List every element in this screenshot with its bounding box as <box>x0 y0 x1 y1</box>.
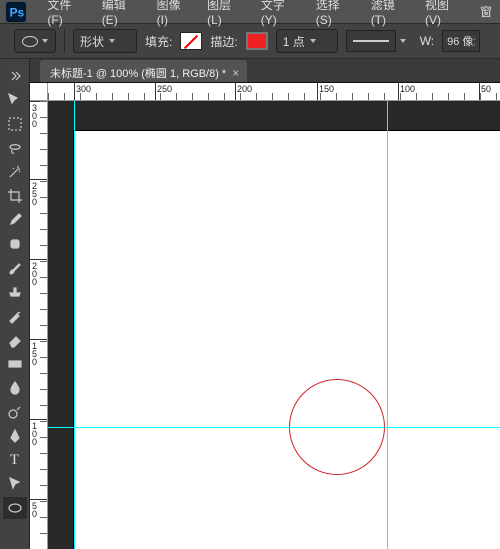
chevron-down-icon <box>400 39 406 43</box>
shape-mode-label: 形状 <box>80 33 104 50</box>
path-select-tool[interactable] <box>3 473 27 495</box>
menu-filter[interactable]: 滤镜(T) <box>363 0 417 29</box>
app-menubar: Ps 文件(F) 编辑(E) 图像(I) 图层(L) 文字(Y) 选择(S) 滤… <box>0 0 500 23</box>
menu-type[interactable]: 文字(Y) <box>253 0 308 29</box>
guide-vertical-ext <box>74 101 75 549</box>
ellipse-tool[interactable] <box>3 497 27 519</box>
brush-tool[interactable] <box>3 257 27 279</box>
ruler-tick-label: 0 <box>32 509 37 519</box>
chevron-down-icon <box>310 39 316 43</box>
stroke-style-dropdown[interactable] <box>346 30 396 52</box>
ruler-tick-label: 0 <box>32 357 37 367</box>
stroke-label: 描边: <box>210 33 237 50</box>
marquee-tool[interactable] <box>3 113 27 135</box>
ruler-horizontal[interactable]: 30025020015010050 <box>48 83 500 101</box>
menu-image[interactable]: 图像(I) <box>149 0 199 29</box>
ellipse-icon <box>22 36 38 47</box>
eyedropper-tool[interactable] <box>3 209 27 231</box>
tool-panel: T <box>0 59 30 549</box>
divider <box>64 29 65 53</box>
dodge-tool[interactable] <box>3 401 27 423</box>
width-label: W: <box>420 34 434 48</box>
lasso-tool[interactable] <box>3 137 27 159</box>
shape-mode-dropdown[interactable]: 形状 <box>73 29 137 53</box>
canvas-viewport[interactable] <box>48 101 500 549</box>
document-tabbar: 未标题-1 @ 100% (椭圆 1, RGB/8) * × <box>30 59 500 83</box>
type-tool[interactable]: T <box>3 449 27 471</box>
chevron-down-icon <box>109 39 115 43</box>
blur-tool[interactable] <box>3 377 27 399</box>
menu-window[interactable]: 窗 <box>472 1 500 22</box>
document-tab-title: 未标题-1 @ 100% (椭圆 1, RGB/8) * <box>50 65 226 81</box>
ruler-tick-label: 100 <box>400 84 415 94</box>
workarea: T 未标题-1 @ 100% (椭圆 1, RGB/8) * × 3002502… <box>0 59 500 549</box>
tool-preset-picker[interactable] <box>14 29 56 53</box>
gradient-tool[interactable] <box>3 353 27 375</box>
ruler-tick-label: 0 <box>32 119 37 129</box>
stroke-line-icon <box>353 40 389 42</box>
stroke-width-value: 1 点 <box>283 33 305 50</box>
ruler-tick-label: 50 <box>481 84 491 94</box>
expand-arrow-icon[interactable] <box>3 65 27 87</box>
magic-wand-tool[interactable] <box>3 161 27 183</box>
document-area: 未标题-1 @ 100% (椭圆 1, RGB/8) * × 300250200… <box>30 59 500 549</box>
ruler-tick-label: 0 <box>32 437 37 447</box>
history-brush-tool[interactable] <box>3 305 27 327</box>
document-tab[interactable]: 未标题-1 @ 100% (椭圆 1, RGB/8) * × <box>40 60 247 82</box>
svg-text:Ps: Ps <box>9 5 24 19</box>
menu-select[interactable]: 选择(S) <box>308 0 363 29</box>
canvas[interactable] <box>74 131 500 549</box>
ps-logo-icon[interactable]: Ps <box>4 3 27 21</box>
healing-brush-tool[interactable] <box>3 233 27 255</box>
menu-edit[interactable]: 编辑(E) <box>94 0 149 29</box>
ruler-tick-label: 150 <box>319 84 334 94</box>
ruler-tick-label: 0 <box>32 277 37 287</box>
fill-label: 填充: <box>145 33 172 50</box>
stroke-swatch[interactable] <box>246 32 268 50</box>
stroke-width-input[interactable]: 1 点 <box>276 29 338 53</box>
pen-tool[interactable] <box>3 425 27 447</box>
ruler-tick-label: 300 <box>76 84 91 94</box>
close-icon[interactable]: × <box>232 66 239 80</box>
guide-vertical-ext <box>387 101 388 549</box>
eraser-tool[interactable] <box>3 329 27 351</box>
ruler-corner[interactable] <box>30 83 48 101</box>
menu-view[interactable]: 视图(V) <box>417 0 472 29</box>
ruler-tick-label: 0 <box>32 197 37 207</box>
menu-layer[interactable]: 图层(L) <box>199 0 253 29</box>
menu-file[interactable]: 文件(F) <box>39 0 93 29</box>
move-tool[interactable] <box>3 89 27 111</box>
guide-horizontal-ext <box>48 427 500 428</box>
fill-swatch[interactable] <box>180 32 202 50</box>
width-input[interactable] <box>442 30 480 52</box>
ruler-vertical[interactable]: 30025020015010050 <box>30 101 48 549</box>
clone-stamp-tool[interactable] <box>3 281 27 303</box>
chevron-down-icon <box>42 39 48 43</box>
crop-tool[interactable] <box>3 185 27 207</box>
